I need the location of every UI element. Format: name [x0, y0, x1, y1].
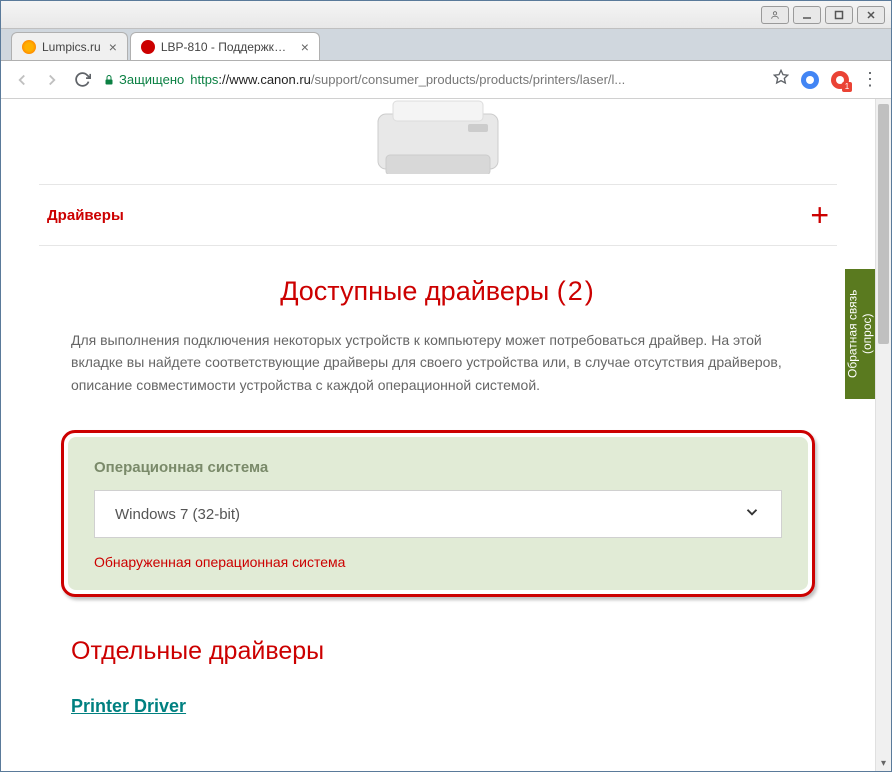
secure-label: Защищено	[119, 72, 184, 87]
os-label: Операционная система	[94, 459, 782, 476]
section-heading: Доступные драйверы (2)	[71, 276, 805, 307]
section-description: Для выполнения подключения некоторых уст…	[71, 329, 805, 396]
maximize-button[interactable]	[825, 6, 853, 24]
user-button[interactable]	[761, 6, 789, 24]
tab-title: Lumpics.ru	[42, 40, 101, 54]
close-icon[interactable]: ×	[109, 39, 117, 55]
extension-badge: 1	[842, 82, 852, 92]
secure-badge: Защищено	[103, 72, 184, 87]
scroll-thumb[interactable]	[878, 104, 889, 344]
lock-icon	[103, 74, 115, 86]
feedback-tab[interactable]: Обратная связь (опрос)	[845, 269, 875, 399]
back-button[interactable]	[13, 71, 31, 89]
favicon-icon	[141, 40, 155, 54]
tab-strip: Lumpics.ru × LBP-810 - Поддержка - З ×	[1, 29, 891, 61]
close-icon[interactable]: ×	[301, 39, 309, 55]
forward-button[interactable]	[43, 71, 61, 89]
url-host: ://www.canon.ru	[218, 72, 311, 87]
heading-count: (2)	[557, 276, 596, 306]
reload-button[interactable]	[73, 71, 91, 89]
window-titlebar	[1, 1, 891, 29]
browser-menu-button[interactable]: ⋮	[861, 69, 879, 90]
os-selector-box: Операционная система Windows 7 (32-bit) …	[68, 437, 808, 590]
bookmark-button[interactable]	[773, 69, 789, 90]
star-icon	[773, 69, 789, 85]
page-content: Драйверы + Доступные драйверы (2) Для вы…	[1, 99, 891, 771]
close-window-button[interactable]	[857, 6, 885, 24]
url-path: /support/consumer_products/products/prin…	[311, 72, 625, 87]
scroll-down-icon[interactable]: ▾	[876, 755, 891, 771]
plus-icon: +	[810, 197, 829, 234]
minimize-button[interactable]	[793, 6, 821, 24]
heading-text: Доступные драйверы	[280, 276, 549, 306]
os-detected-label: Обнаруженная операционная система	[94, 554, 782, 570]
address-bar: Защищено https://www.canon.ru/support/co…	[1, 61, 891, 99]
extension-icon[interactable]: 1	[831, 71, 849, 89]
accordion-title: Драйверы	[47, 207, 124, 224]
printer-driver-link[interactable]: Printer Driver	[71, 696, 186, 717]
window-frame: Lumpics.ru × LBP-810 - Поддержка - З × З…	[0, 0, 892, 772]
vertical-scrollbar[interactable]: ▾	[875, 99, 891, 771]
tab-lumpics[interactable]: Lumpics.ru ×	[11, 32, 128, 60]
os-selector-highlight: Операционная система Windows 7 (32-bit) …	[61, 430, 815, 597]
product-image	[1, 99, 875, 174]
favicon-icon	[22, 40, 36, 54]
extension-icon[interactable]	[801, 71, 819, 89]
url-proto: https	[190, 72, 218, 87]
os-select-value: Windows 7 (32-bit)	[115, 506, 240, 523]
os-select[interactable]: Windows 7 (32-bit)	[94, 490, 782, 538]
individual-drivers-heading: Отдельные драйверы	[71, 637, 805, 666]
tab-canon[interactable]: LBP-810 - Поддержка - З ×	[130, 32, 320, 60]
printer-icon	[338, 99, 538, 174]
url-field[interactable]: Защищено https://www.canon.ru/support/co…	[103, 72, 755, 87]
drivers-accordion[interactable]: Драйверы +	[39, 184, 837, 246]
chevron-down-icon	[743, 503, 761, 526]
tab-title: LBP-810 - Поддержка - З	[161, 40, 293, 54]
